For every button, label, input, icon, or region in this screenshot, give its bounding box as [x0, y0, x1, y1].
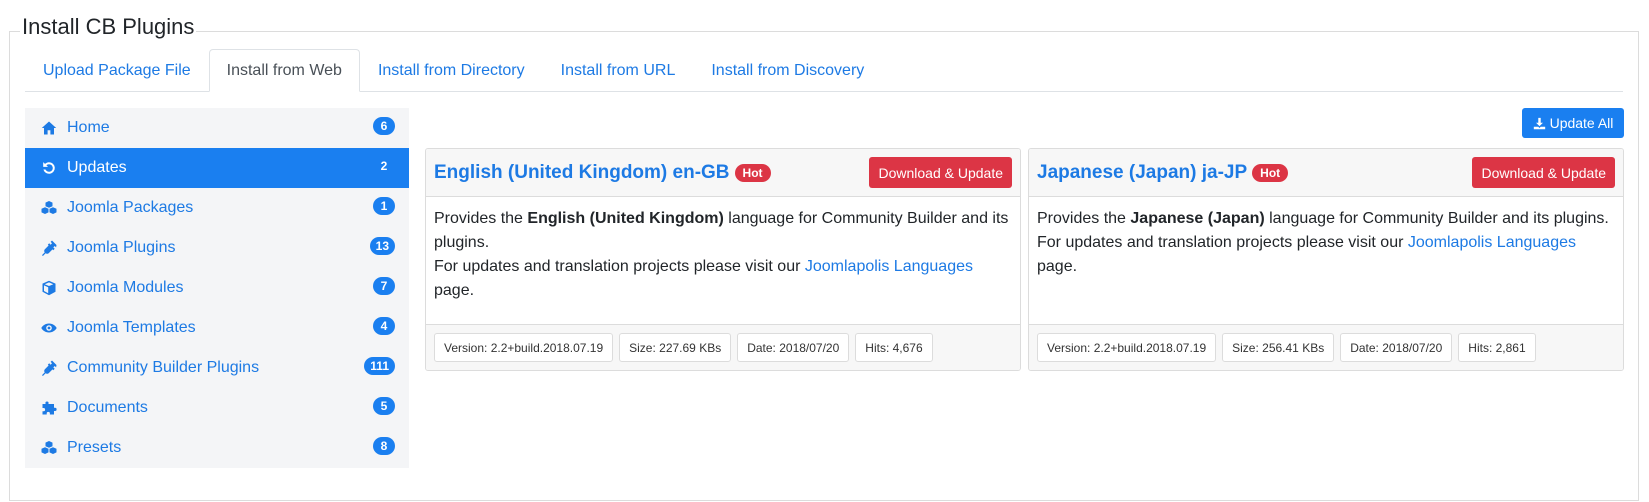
sidebar-item-label: Joomla Plugins — [67, 239, 176, 256]
package-title-link[interactable]: Japanese (Japan) ja-JP — [1037, 162, 1247, 184]
page-title: Install CB Plugins — [20, 14, 197, 40]
plug-icon — [40, 359, 58, 377]
count-badge: 6 — [373, 117, 395, 135]
visit-text: For updates and translation projects ple… — [434, 258, 805, 275]
sidebar-item-label: Presets — [67, 439, 122, 456]
sidebar-item-community-builder-plugins[interactable]: Community Builder Plugins 111 — [25, 348, 409, 388]
description-language: Japanese (Japan) — [1130, 210, 1265, 227]
sidebar-item-label: Joomla Modules — [67, 279, 184, 296]
sidebar-item-label: Community Builder Plugins — [67, 359, 260, 376]
update-all-label: Update All — [1549, 115, 1614, 131]
refresh-icon — [40, 159, 58, 177]
package-title-link[interactable]: English (United Kingdom) en-GB — [434, 162, 730, 184]
sidebar-item-documents[interactable]: Documents 5 — [25, 388, 409, 428]
download-update-button[interactable]: Download & Update — [869, 157, 1012, 188]
sidebar-item-label: Home — [67, 119, 110, 136]
date-badge: Date: 2018/07/20 — [1340, 333, 1453, 362]
plug-icon — [40, 239, 58, 257]
sidebar-item-presets[interactable]: Presets 8 — [25, 428, 409, 468]
package-card-header: English (United Kingdom) en-GB Hot Downl… — [426, 149, 1020, 197]
size-badge: Size: 227.69 KBs — [619, 333, 732, 362]
hot-badge: Hot — [734, 163, 771, 182]
package-meta: Version: 2.2+build.2018.07.19 Size: 227.… — [426, 325, 1020, 370]
hot-badge: Hot — [1252, 163, 1289, 182]
sidebar-item-joomla-modules[interactable]: Joomla Modules 7 — [25, 268, 409, 308]
sidebar-item-joomla-packages[interactable]: Joomla Packages 1 — [25, 188, 409, 228]
description-text: Provides the — [1037, 210, 1131, 227]
count-badge: 111 — [364, 357, 395, 375]
install-tabs: Upload Package File Install from Web Ins… — [25, 49, 1623, 92]
tab-install-from-discovery[interactable]: Install from Discovery — [693, 49, 882, 92]
hits-badge: Hits: 2,861 — [1458, 333, 1536, 362]
eye-icon — [40, 319, 58, 337]
package-card: English (United Kingdom) en-GB Hot Downl… — [425, 148, 1021, 371]
tab-install-from-directory[interactable]: Install from Directory — [360, 49, 543, 92]
tab-upload-package-file[interactable]: Upload Package File — [25, 49, 209, 92]
count-badge: 7 — [373, 277, 395, 295]
package-meta: Version: 2.2+build.2018.07.19 Size: 256.… — [1029, 325, 1623, 370]
sidebar-item-label: Updates — [67, 159, 127, 176]
home-icon — [40, 119, 58, 137]
tab-install-from-web[interactable]: Install from Web — [208, 49, 360, 92]
sidebar-item-updates[interactable]: Updates 2 — [25, 148, 409, 188]
cubes-icon — [40, 199, 58, 217]
count-badge: 8 — [373, 437, 395, 455]
visit-text: page. — [434, 282, 475, 299]
visit-text: page. — [1037, 258, 1078, 275]
download-update-button[interactable]: Download & Update — [1472, 157, 1615, 188]
version-badge: Version: 2.2+build.2018.07.19 — [1037, 333, 1217, 362]
count-badge: 4 — [373, 317, 395, 335]
cubes-icon — [40, 439, 58, 457]
puzzle-icon — [40, 399, 58, 417]
count-badge: 2 — [380, 159, 388, 173]
sidebar-item-joomla-templates[interactable]: Joomla Templates 4 — [25, 308, 409, 348]
count-badge: 13 — [369, 237, 395, 255]
category-sidebar: Home 6 Updates 2 Joomla Packages 1 Jooml… — [25, 108, 409, 468]
joomlapolis-languages-link[interactable]: Joomlapolis Languages — [1408, 234, 1576, 251]
sidebar-item-label: Documents — [67, 399, 148, 416]
hits-badge: Hits: 4,676 — [855, 333, 933, 362]
package-card-header: Japanese (Japan) ja-JP Hot Download & Up… — [1029, 149, 1623, 197]
update-all-button[interactable]: Update All — [1522, 108, 1624, 138]
description-text: Provides the — [434, 210, 528, 227]
sidebar-item-label: Joomla Packages — [67, 199, 194, 216]
description-text: language for Community Builder and its p… — [1264, 210, 1609, 227]
description-language: English (United Kingdom) — [527, 210, 724, 227]
sidebar-item-label: Joomla Templates — [67, 319, 196, 336]
sidebar-item-joomla-plugins[interactable]: Joomla Plugins 13 — [25, 228, 409, 268]
version-badge: Version: 2.2+build.2018.07.19 — [434, 333, 614, 362]
count-badge: 5 — [373, 397, 395, 415]
sidebar-item-home[interactable]: Home 6 — [25, 108, 409, 148]
package-description: Provides the Japanese (Japan) language f… — [1029, 197, 1623, 325]
download-icon — [1533, 117, 1545, 129]
package-card: Japanese (Japan) ja-JP Hot Download & Up… — [1028, 148, 1624, 371]
size-badge: Size: 256.41 KBs — [1222, 333, 1335, 362]
visit-text: For updates and translation projects ple… — [1037, 234, 1408, 251]
joomlapolis-languages-link[interactable]: Joomlapolis Languages — [805, 258, 973, 275]
date-badge: Date: 2018/07/20 — [737, 333, 850, 362]
tab-install-from-url[interactable]: Install from URL — [543, 49, 694, 92]
count-badge: 1 — [373, 197, 395, 215]
cube-icon — [40, 279, 58, 297]
package-description: Provides the English (United Kingdom) la… — [426, 197, 1020, 325]
